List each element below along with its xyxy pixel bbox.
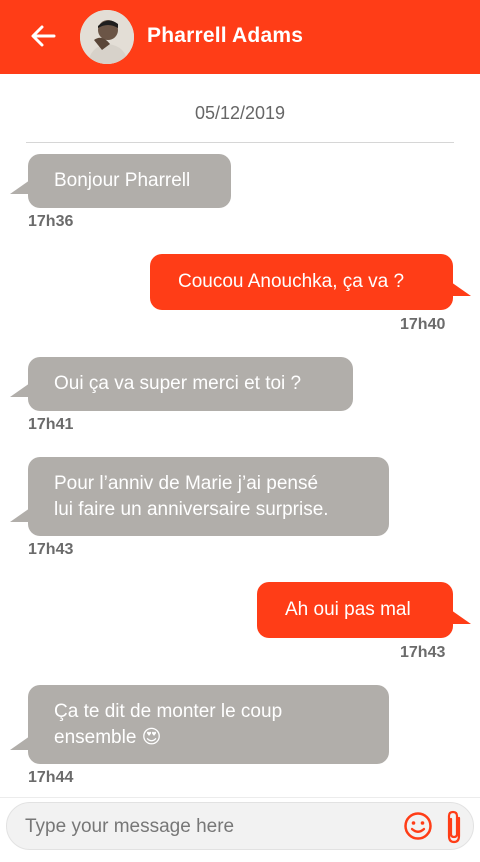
message-bubble-outgoing[interactable]: Coucou Anouchka, ça va ? — [150, 254, 471, 310]
heart-eyes-emoji-icon: 😍 — [141, 727, 162, 748]
bubble-tail — [10, 180, 30, 194]
message-text: Ça te dit de monter le coup — [54, 701, 283, 722]
message-text: Pour l’anniv de Marie j’ai pensé — [54, 473, 319, 494]
bubble-tail — [451, 610, 471, 624]
message-text: ensemble — [54, 727, 137, 748]
message-bubble-incoming[interactable]: Pour l’anniv de Marie j’ai pensé lui fai… — [10, 457, 389, 536]
message-bubble-incoming[interactable]: Ça te dit de monter le coup ensemble 😍 — [10, 685, 389, 764]
smiley-icon[interactable] — [403, 811, 433, 841]
date-divider — [26, 142, 454, 143]
conversation-date: 05/12/2019 — [194, 103, 286, 123]
bubble-tail — [451, 282, 471, 296]
app-header: Pharrell Adams — [0, 0, 480, 74]
message-time: 17h41 — [28, 416, 74, 433]
message-text: Ah oui pas mal — [285, 599, 411, 620]
bubble-tail — [10, 736, 30, 750]
message-text: Coucou Anouchka, ça va ? — [178, 271, 405, 292]
avatar[interactable] — [80, 10, 134, 64]
message-time: 17h44 — [28, 769, 74, 786]
contact-name[interactable]: Pharrell Adams — [147, 24, 303, 48]
message-text: Oui ça va super merci et toi ? — [54, 373, 302, 394]
bubble-tail — [10, 383, 30, 397]
message-text: Bonjour Pharrell — [54, 170, 191, 191]
message-bubble-outgoing[interactable]: Ah oui pas mal — [257, 582, 471, 638]
message-bubble-incoming[interactable]: Oui ça va super merci et toi ? — [10, 357, 353, 411]
message-input[interactable] — [23, 811, 387, 843]
message-bubble-incoming[interactable]: Bonjour Pharrell — [10, 154, 231, 208]
arrow-left-icon[interactable] — [28, 21, 58, 51]
paperclip-icon[interactable] — [443, 809, 467, 845]
message-text: lui faire un anniversaire surprise. — [54, 499, 329, 520]
message-time: 17h43 — [28, 541, 74, 558]
bubble-tail — [10, 508, 30, 522]
message-time: 17h36 — [28, 213, 74, 230]
message-time: 17h40 — [400, 316, 446, 333]
message-time: 17h43 — [400, 644, 446, 661]
message-composer — [6, 802, 474, 850]
composer-divider — [0, 797, 480, 798]
